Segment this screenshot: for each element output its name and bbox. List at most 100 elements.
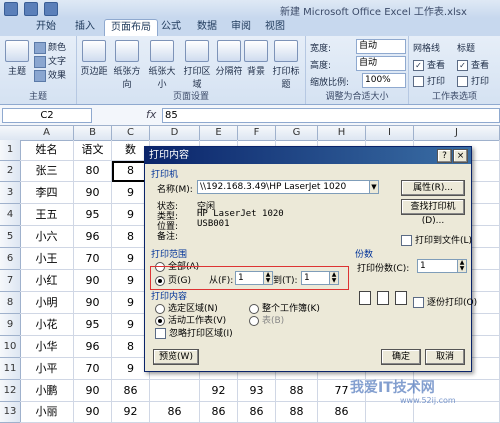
table-cell[interactable] (366, 402, 414, 423)
tab-data[interactable]: 数据 (192, 19, 222, 35)
column-header-g[interactable]: G (276, 126, 318, 141)
column-header-e[interactable]: E (200, 126, 238, 141)
row-header[interactable]: 8 (0, 292, 21, 314)
table-cell[interactable]: 语文 (74, 140, 112, 161)
table-cell[interactable]: 姓名 (20, 140, 74, 161)
table-cell[interactable]: 小六 (20, 226, 74, 248)
table-cell[interactable]: 86 (150, 402, 200, 423)
collate-checkbox[interactable]: 逐份打印(O) (413, 295, 477, 308)
range-pages-radio[interactable]: 页(G) (155, 273, 191, 286)
row-header[interactable]: 11 (0, 358, 21, 380)
table-cell[interactable]: 小红 (20, 270, 74, 292)
name-box[interactable]: C2 (2, 108, 92, 123)
column-header-f[interactable]: F (238, 126, 276, 141)
table-cell[interactable]: 70 (74, 248, 112, 270)
redo-icon[interactable] (44, 2, 58, 16)
table-cell[interactable]: 92 (112, 402, 150, 423)
row-header[interactable]: 2 (0, 161, 21, 182)
table-cell[interactable] (150, 380, 200, 402)
row-header[interactable]: 1 (0, 140, 21, 161)
table-cell[interactable]: 86 (112, 380, 150, 402)
row-header[interactable]: 6 (0, 248, 21, 270)
table-cell[interactable]: 88 (276, 380, 318, 402)
table-cell[interactable]: 90 (74, 182, 112, 204)
help-button[interactable]: ? (437, 149, 452, 163)
cancel-button[interactable]: 取消 (425, 349, 465, 365)
table-cell[interactable] (414, 402, 500, 423)
table-cell[interactable]: 小王 (20, 248, 74, 270)
active-sheets-radio[interactable]: 活动工作表(V) (155, 313, 226, 326)
save-icon[interactable] (4, 2, 18, 16)
preview-button[interactable]: 预览(W) (153, 349, 199, 365)
column-header-c[interactable]: C (112, 126, 150, 141)
tab-view[interactable]: 视图 (260, 19, 290, 35)
table-cell[interactable]: 李四 (20, 182, 74, 204)
table-cell[interactable]: 小鹏 (20, 380, 74, 402)
row-header[interactable]: 7 (0, 270, 21, 292)
row-header[interactable]: 3 (0, 182, 21, 204)
table-cell[interactable]: 小花 (20, 314, 74, 336)
gridlines-view-checkbox[interactable]: ✓ 查看 (413, 58, 445, 71)
row-header[interactable]: 13 (0, 402, 21, 423)
ok-button[interactable]: 确定 (381, 349, 421, 365)
headings-print-checkbox[interactable]: 打印 (457, 74, 489, 87)
select-all-corner[interactable] (0, 126, 21, 141)
row-header[interactable]: 12 (0, 380, 21, 402)
column-header-a[interactable]: A (20, 126, 74, 141)
printer-name-select[interactable]: \\192.168.3.49\HP LaserJet 1020 ▼ (197, 180, 379, 194)
table-cell[interactable]: 96 (74, 336, 112, 358)
undo-icon[interactable] (24, 2, 38, 16)
formula-input[interactable]: 85 (162, 108, 500, 123)
row-header[interactable]: 4 (0, 204, 21, 226)
theme-button[interactable]: 主题 (4, 40, 30, 77)
margins-button[interactable]: 页边距 (79, 40, 109, 77)
table-cell[interactable]: 小丽 (20, 402, 74, 423)
width-combo[interactable]: 自动 (356, 39, 406, 54)
table-cell[interactable]: 90 (74, 270, 112, 292)
table-cell[interactable]: 90 (74, 380, 112, 402)
ignore-print-area-checkbox[interactable]: 忽略打印区域(I) (155, 326, 233, 339)
height-combo[interactable]: 自动 (356, 56, 406, 71)
table-cell[interactable]: 小平 (20, 358, 74, 380)
table-cell[interactable]: 王五 (20, 204, 74, 226)
table-cell[interactable]: 90 (74, 402, 112, 423)
column-header-h[interactable]: H (318, 126, 366, 141)
colors-button[interactable]: 颜色 (34, 40, 66, 54)
tab-review[interactable]: 审阅 (226, 19, 256, 35)
column-header-i[interactable]: I (366, 126, 414, 141)
tab-insert[interactable]: 插入 (66, 19, 104, 35)
row-header[interactable]: 10 (0, 336, 21, 358)
table-cell[interactable]: 80 (74, 161, 112, 182)
table-cell[interactable]: 96 (74, 226, 112, 248)
table-cell[interactable]: 86 (238, 402, 276, 423)
table-cell[interactable]: 92 (200, 380, 238, 402)
table-cell[interactable]: 小明 (20, 292, 74, 314)
column-header-d[interactable]: D (150, 126, 200, 141)
breaks-button[interactable]: 分隔符 (215, 40, 243, 77)
find-printer-button[interactable]: 查找打印机(D)... (401, 199, 465, 226)
row-header[interactable]: 5 (0, 226, 21, 248)
table-cell[interactable]: 95 (74, 204, 112, 226)
table-cell[interactable]: 86 (200, 402, 238, 423)
orientation-button[interactable]: 纸张方向 (110, 40, 144, 90)
table-cell[interactable]: 张三 (20, 161, 74, 182)
table-cell[interactable]: 70 (74, 358, 112, 380)
row-header[interactable]: 9 (0, 314, 21, 336)
column-header-b[interactable]: B (74, 126, 112, 141)
tab-formulas[interactable]: 公式 (156, 19, 186, 35)
close-button[interactable]: × (453, 149, 468, 163)
print-area-button[interactable]: 打印区域 (180, 40, 214, 90)
table-cell[interactable]: 小华 (20, 336, 74, 358)
table-cell[interactable]: 90 (74, 292, 112, 314)
tab-home[interactable]: 开始 (26, 19, 66, 35)
fonts-button[interactable]: 文字 (34, 54, 66, 68)
size-button[interactable]: 纸张大小 (145, 40, 179, 90)
function-icon[interactable]: fx (146, 108, 156, 121)
gridlines-print-checkbox[interactable]: 打印 (413, 74, 445, 87)
scale-input[interactable]: 100% (362, 73, 406, 88)
print-to-file-checkbox[interactable]: 打印到文件(L) (401, 233, 472, 246)
tab-page-layout[interactable]: 页面布局 (104, 19, 158, 36)
print-titles-button[interactable]: 打印标题 (269, 40, 303, 90)
properties-button[interactable]: 属性(R)... (401, 180, 465, 196)
headings-view-checkbox[interactable]: ✓ 查看 (457, 58, 489, 71)
